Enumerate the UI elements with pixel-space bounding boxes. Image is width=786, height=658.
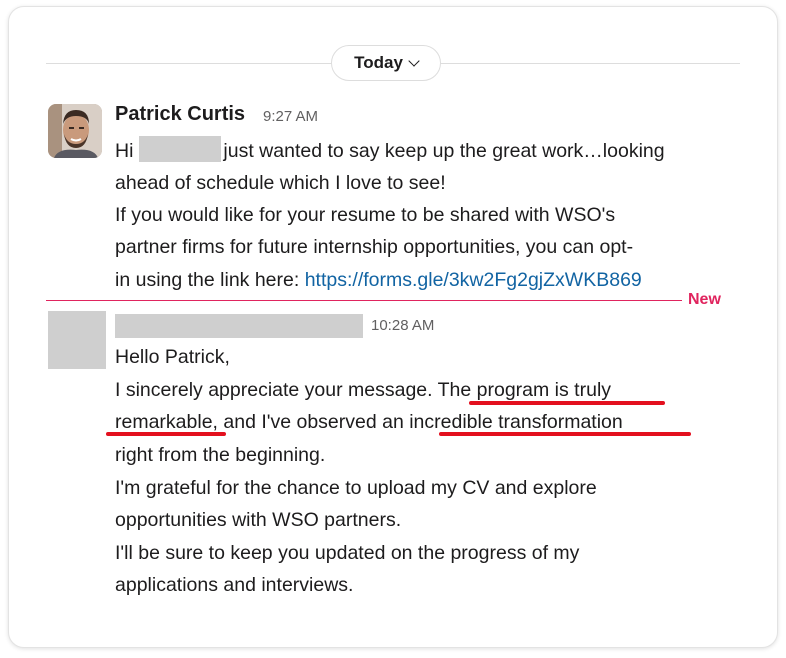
message-line: If you would like for your resume to be … — [115, 204, 616, 226]
date-label: Today — [354, 53, 403, 72]
message-text: just wanted to say keep up the great wor… — [223, 140, 665, 162]
chevron-down-icon — [408, 55, 420, 67]
highlight-underline — [469, 401, 665, 405]
message-line: Hello Patrick, — [115, 346, 230, 368]
avatar[interactable] — [48, 104, 102, 158]
date-divider-button[interactable]: Today — [331, 45, 441, 81]
message-text: in using the link here: — [115, 269, 305, 291]
message-line: applications and interviews. — [115, 574, 354, 596]
message-line: opportunities with WSO partners. — [115, 509, 402, 531]
avatar-photo — [48, 104, 102, 158]
highlight-underline — [439, 432, 691, 436]
redacted-name — [139, 136, 222, 162]
message-timestamp[interactable]: 9:27 AM — [263, 108, 318, 125]
message-line: Hi just wanted to say keep up the great w… — [115, 135, 665, 168]
highlight-underline — [106, 432, 226, 436]
new-label: New — [688, 291, 721, 308]
sender-name[interactable]: Patrick Curtis — [115, 103, 245, 126]
form-link[interactable]: https://forms.gle/3kw2Fg2gjZxWKB869 — [305, 269, 642, 291]
message-line: I'm grateful for the chance to upload my… — [115, 477, 597, 499]
message-line: in using the link here: https://forms.gl… — [115, 264, 642, 297]
redacted-sender-name[interactable] — [115, 314, 363, 338]
greeting-text: Hi — [115, 140, 134, 162]
new-messages-divider — [46, 300, 682, 301]
message-line: ahead of schedule which I love to see! — [115, 172, 446, 194]
message-timestamp[interactable]: 10:28 AM — [371, 317, 434, 334]
message-line: right from the beginning. — [115, 444, 326, 466]
message-line: partner firms for future internship oppo… — [115, 236, 634, 258]
message-line: I'll be sure to keep you updated on the … — [115, 542, 580, 564]
redacted-avatar[interactable] — [48, 311, 106, 369]
